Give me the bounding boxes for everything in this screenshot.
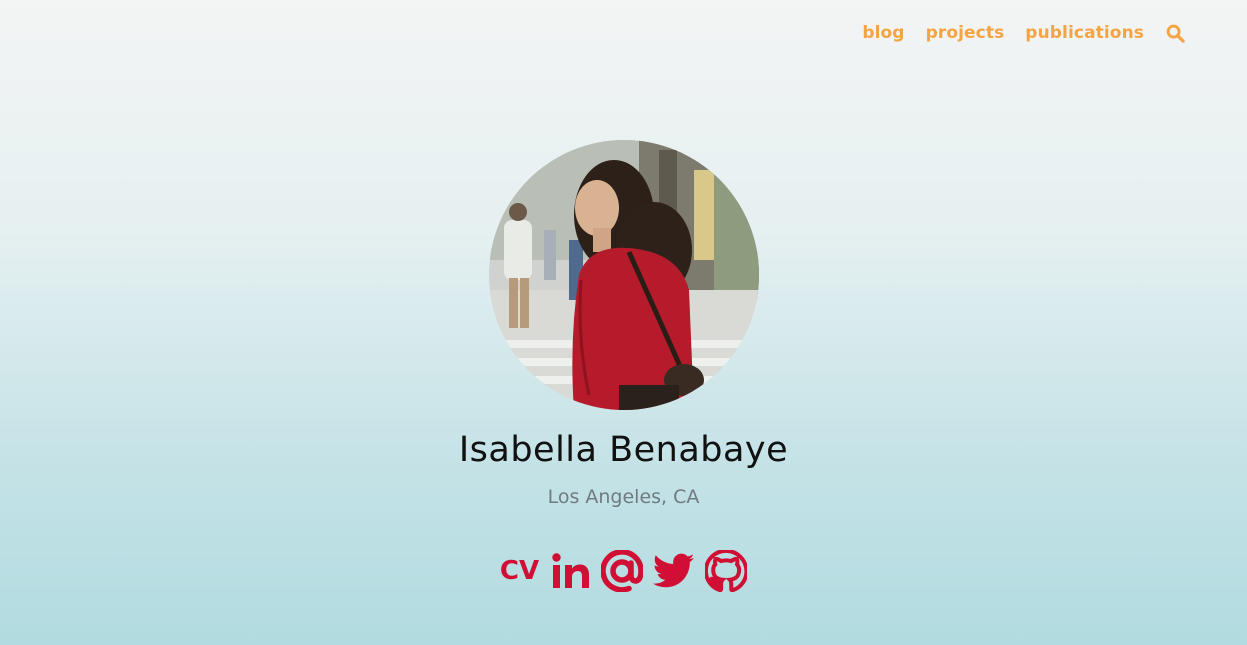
social-links: CV — [500, 550, 748, 592]
profile-location: Los Angeles, CA — [547, 486, 700, 508]
cv-link[interactable]: CV — [500, 556, 539, 586]
github-icon[interactable] — [705, 550, 748, 592]
twitter-icon[interactable] — [653, 553, 695, 589]
profile-name: Isabella Benabaye — [458, 430, 789, 470]
search-icon[interactable] — [1165, 22, 1185, 44]
profile-section: Isabella Benabaye Los Angeles, CA CV — [0, 140, 1247, 592]
profile-photo — [488, 140, 759, 410]
nav-link-blog[interactable]: blog — [862, 23, 904, 43]
top-navigation: blog projects publications — [841, 22, 1185, 44]
nav-link-publications[interactable]: publications — [1025, 23, 1144, 43]
linkedin-icon[interactable] — [551, 552, 591, 590]
email-icon[interactable] — [601, 550, 644, 592]
nav-link-projects[interactable]: projects — [926, 23, 1005, 43]
